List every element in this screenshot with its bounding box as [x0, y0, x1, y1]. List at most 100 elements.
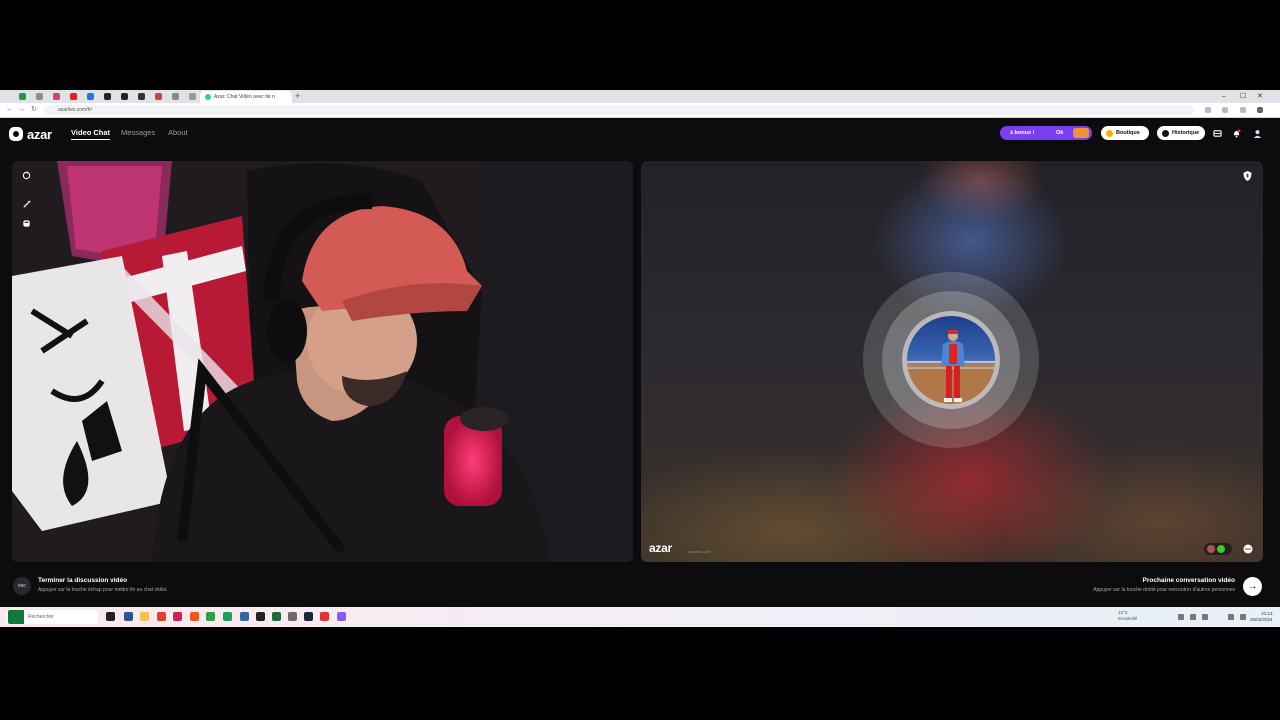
weather-widget[interactable]: 13°C Ensoleillé	[1118, 610, 1137, 622]
esc-key-button[interactable]: esc	[13, 577, 31, 595]
folder-icon[interactable]	[140, 612, 149, 621]
forward-icon[interactable]: →	[18, 105, 25, 115]
screen: Azar: Chat Vidéo avec de n + – ☐ ✕ ← → ↻…	[0, 90, 1280, 627]
next-chat-title[interactable]: Prochaine conversation vidéo	[1143, 577, 1235, 584]
battery-icon[interactable]	[1228, 614, 1234, 620]
azar-watermark-sub: azarlive.com	[688, 549, 711, 554]
extensions-puzzle-icon[interactable]	[1222, 107, 1228, 113]
user-avatar-icon[interactable]	[1253, 129, 1262, 138]
address-bar-row: ← → ↻ azarlive.com/fr/	[0, 103, 1280, 118]
reload-icon[interactable]: ↻	[31, 105, 37, 115]
browser-tab-bar: Azar: Chat Vidéo avec de n + – ☐ ✕	[0, 90, 1280, 103]
minimize-button[interactable]: –	[1222, 90, 1226, 103]
tab-favicon-10[interactable]	[172, 93, 179, 100]
tab-favicon-1[interactable]	[19, 93, 26, 100]
tab-favicon-8[interactable]	[138, 93, 145, 100]
taskbar-search[interactable]: Rechercher	[6, 610, 98, 624]
taskview-icon[interactable]	[106, 612, 115, 621]
maximize-button[interactable]: ☐	[1240, 90, 1246, 103]
pulse-ring-inner	[902, 311, 1000, 409]
profile-photo-image	[907, 330, 995, 404]
azar-favicon-icon	[205, 94, 211, 100]
wifi-icon[interactable]	[1190, 614, 1196, 620]
clock-icon	[1162, 129, 1169, 137]
tab-favicon-4[interactable]	[70, 93, 77, 100]
app-icon-1[interactable]	[124, 612, 133, 621]
bonus-banner[interactable]: ≥ bonus ! Ok	[1000, 126, 1092, 140]
site-header: azar Video Chat Messages About ≥ bonus !…	[0, 118, 1280, 150]
tab-favicon-7[interactable]	[121, 93, 128, 100]
online-indicator-icon	[1217, 545, 1225, 553]
inbox-icon[interactable]	[1213, 129, 1222, 138]
tab-favicon-5[interactable]	[87, 93, 94, 100]
settings-icon[interactable]	[288, 612, 297, 621]
heart-gem-icon	[1106, 129, 1113, 137]
notification-icon[interactable]	[1240, 614, 1246, 620]
active-tab[interactable]: Azar: Chat Vidéo avec de n	[200, 91, 292, 103]
tab-favicon-3[interactable]	[53, 93, 60, 100]
history-label: Historique	[1172, 130, 1200, 136]
app-icon-8[interactable]	[240, 612, 249, 621]
nav-about[interactable]: About	[168, 128, 188, 137]
next-chat-button[interactable]: →	[1243, 577, 1262, 596]
next-chat-hint: Appuyer sur la touche droite pour rencon…	[1093, 587, 1235, 593]
chat-bubble-icon[interactable]	[1243, 544, 1253, 554]
browser-menu-icon[interactable]	[1257, 107, 1263, 113]
magic-wand-icon[interactable]	[22, 200, 31, 209]
local-video-panel	[12, 161, 633, 562]
nav-messages[interactable]: Messages	[121, 128, 155, 137]
nav-video-chat[interactable]: Video Chat	[71, 128, 111, 140]
azar-watermark: azar	[649, 541, 672, 555]
azar-logo-icon	[9, 127, 23, 141]
shop-label: Boutique	[1116, 130, 1140, 136]
bonus-ok: Ok	[1056, 130, 1064, 136]
profile-icon[interactable]	[1240, 107, 1246, 113]
app-icon-5[interactable]	[190, 612, 199, 621]
url-text: azarlive.com/fr/	[58, 107, 92, 113]
remote-video-panel: azar azarlive.com	[641, 161, 1263, 562]
app-icon-3[interactable]	[157, 612, 166, 621]
tab-favicon-6[interactable]	[104, 93, 111, 100]
active-tab-title: Azar: Chat Vidéo avec de n	[214, 94, 275, 100]
partner-profile-photo	[907, 316, 995, 404]
remote-action-pill[interactable]	[1204, 543, 1232, 555]
history-button[interactable]: Historique	[1157, 126, 1205, 140]
end-chat-hint: Appuyer sur la touche échap pour mettre …	[38, 587, 168, 593]
new-tab-button[interactable]: +	[295, 90, 300, 103]
app-icon-4[interactable]	[173, 612, 182, 621]
gift-icon	[1073, 128, 1089, 138]
app-icon-13[interactable]	[320, 612, 329, 621]
close-window-button[interactable]: ✕	[1257, 90, 1263, 103]
volume-icon[interactable]	[1202, 614, 1208, 620]
bell-icon[interactable]	[1232, 129, 1241, 138]
switch-camera-icon[interactable]	[22, 171, 31, 180]
extension-icon[interactable]	[1205, 107, 1211, 113]
app-icon-14[interactable]	[337, 612, 346, 621]
url-field[interactable]: azarlive.com/fr/	[44, 105, 1194, 115]
local-camera-feed	[12, 161, 633, 562]
shield-icon[interactable]	[1243, 171, 1252, 181]
system-clock[interactable]: 21:13 25/03/2024	[1250, 611, 1273, 623]
weather-desc: Ensoleillé	[1118, 616, 1138, 621]
chrome-icon[interactable]	[206, 612, 215, 621]
back-icon[interactable]: ←	[6, 105, 13, 115]
clock-date: 25/03/2024	[1250, 617, 1273, 622]
azar-logo[interactable]: azar	[9, 127, 52, 142]
tab-favicon-2[interactable]	[36, 93, 43, 100]
chevron-up-icon[interactable]	[1178, 614, 1184, 620]
app-icon-9[interactable]	[256, 612, 265, 621]
sticker-icon[interactable]	[22, 219, 31, 228]
gift-avatar-icon	[1207, 545, 1215, 553]
app-icon-7[interactable]	[223, 612, 232, 621]
app-icon-10[interactable]	[272, 612, 281, 621]
bonus-label: ≥ bonus !	[1010, 130, 1035, 136]
end-chat-title[interactable]: Terminer la discussion vidéo	[38, 577, 127, 584]
shop-button[interactable]: Boutique	[1101, 126, 1149, 140]
tab-favicon-11[interactable]	[189, 93, 196, 100]
tab-favicon-9[interactable]	[155, 93, 162, 100]
searching-pulse-ring	[863, 272, 1039, 448]
pulse-ring-middle	[882, 291, 1020, 429]
steam-icon[interactable]	[304, 612, 313, 621]
search-icon	[8, 610, 24, 624]
taskbar-search-placeholder: Rechercher	[28, 614, 54, 620]
